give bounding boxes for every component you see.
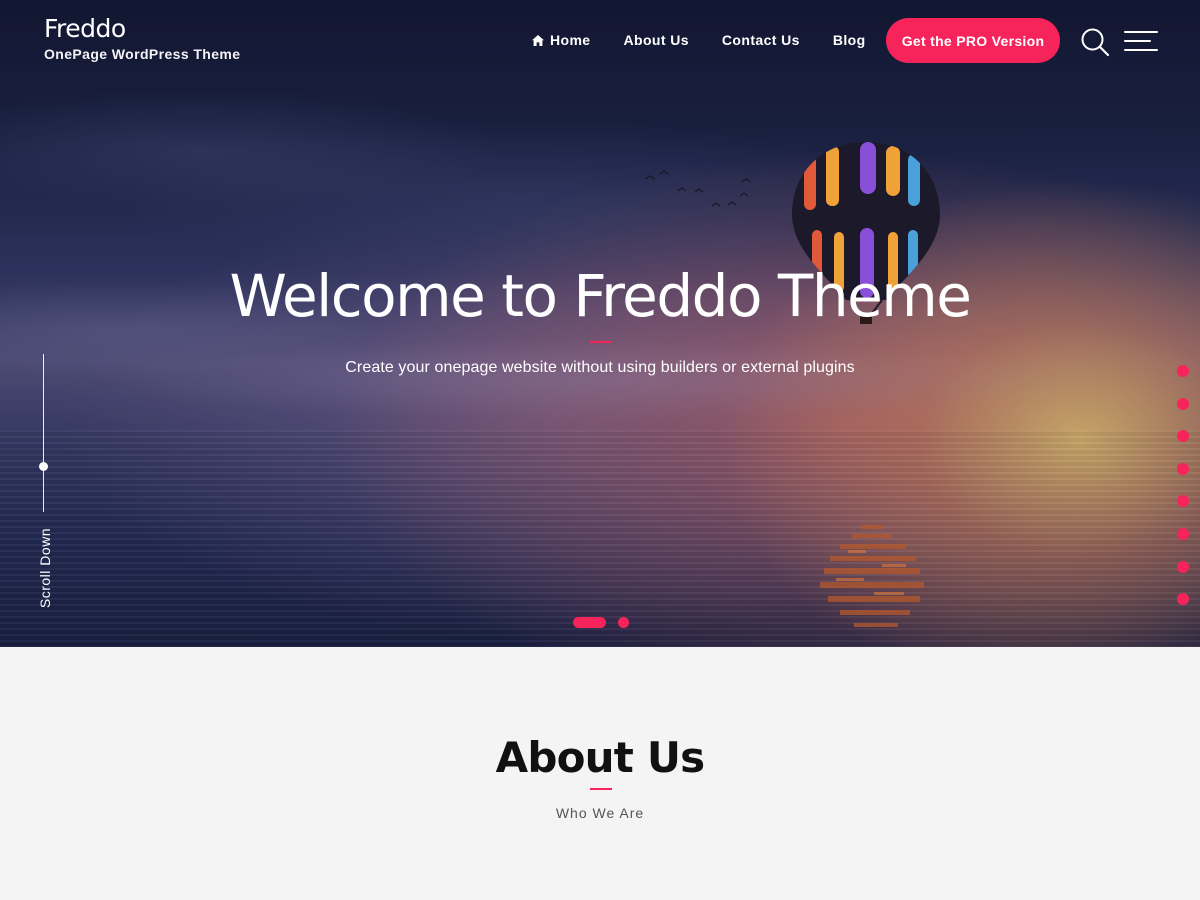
scroll-down-line <box>43 354 44 512</box>
section-nav-dot[interactable] <box>1177 462 1189 475</box>
site-title[interactable]: Freddo <box>44 14 240 43</box>
search-icon <box>1081 28 1110 57</box>
section-nav-dot[interactable] <box>1177 397 1189 410</box>
scroll-down-link[interactable]: Scroll Down <box>37 528 53 608</box>
hero-title: Welcome to Freddo Theme <box>229 262 972 330</box>
section-nav-dot[interactable] <box>1177 593 1189 606</box>
about-section: About Us Who We Are <box>0 647 1200 900</box>
slider-pagination-active[interactable] <box>573 617 606 628</box>
section-navigation-dots <box>1177 365 1189 626</box>
section-nav-dot[interactable] <box>1177 560 1189 573</box>
hero-subtitle: Create your onepage website without usin… <box>345 359 855 376</box>
get-pro-version-button[interactable]: Get the PRO Version <box>886 18 1060 63</box>
site-tagline: OnePage WordPress Theme <box>44 46 241 62</box>
menu-button[interactable] <box>1124 29 1158 53</box>
scroll-down-indicator-dot <box>39 462 48 471</box>
nav-item-contact-us[interactable]: Contact Us <box>722 32 800 48</box>
about-section-title: About Us <box>495 733 706 782</box>
hero-section: Freddo OnePage WordPress Theme Home Abou… <box>0 0 1200 647</box>
nav-item-about-us[interactable]: About Us <box>624 32 689 48</box>
main-navigation: Home About Us Contact Us Blog <box>532 32 866 48</box>
section-nav-dot[interactable] <box>1177 365 1189 377</box>
hero-title-underline <box>590 341 612 343</box>
hamburger-menu-icon <box>1124 31 1158 51</box>
brand: Freddo OnePage WordPress Theme <box>44 14 240 62</box>
section-nav-dot[interactable] <box>1177 430 1189 443</box>
nav-item-label: Blog <box>832 32 866 48</box>
about-section-subtitle: Who We Are <box>555 805 645 821</box>
nav-item-blog[interactable]: Blog <box>833 32 866 48</box>
nav-item-label: Contact Us <box>721 32 800 48</box>
search-button[interactable] <box>1080 27 1110 57</box>
nav-item-label: About Us <box>623 32 689 48</box>
nav-item-label: Home <box>550 32 591 48</box>
slider-pagination-dot[interactable] <box>618 617 629 628</box>
section-nav-dot[interactable] <box>1177 527 1189 540</box>
about-title-underline <box>590 788 612 790</box>
nav-item-home[interactable]: Home <box>532 32 591 48</box>
home-icon <box>532 34 544 46</box>
balloon-reflection-image <box>820 525 924 627</box>
section-nav-dot[interactable] <box>1177 495 1189 508</box>
birds-image <box>644 170 751 207</box>
